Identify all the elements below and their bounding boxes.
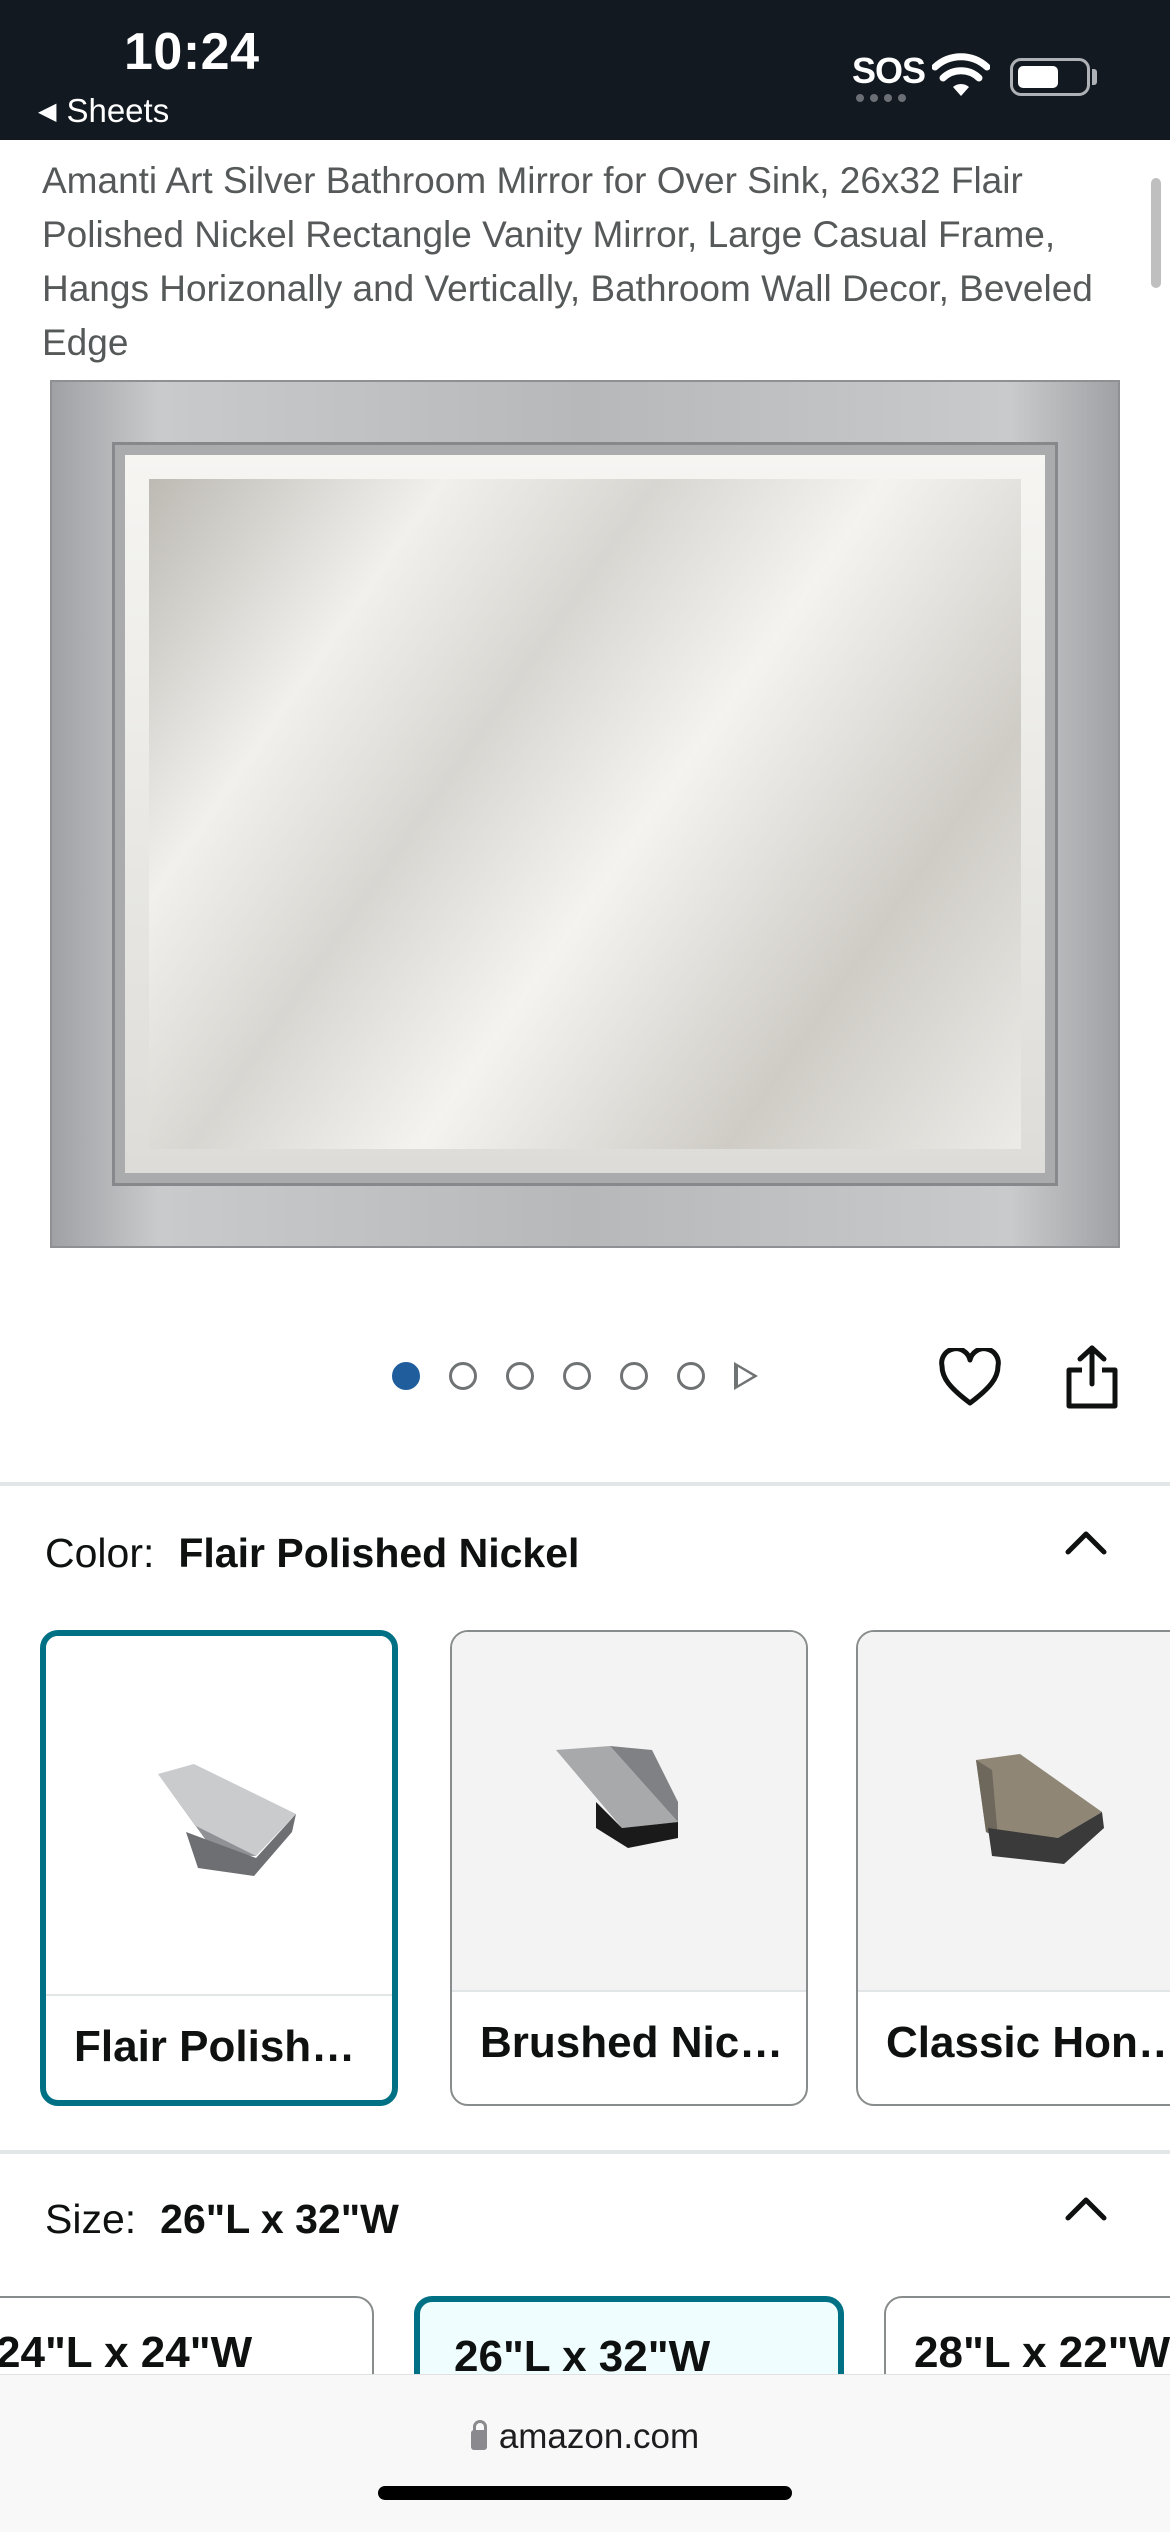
lock-icon — [470, 2420, 487, 2450]
swatch-label: Flair Polish… — [74, 2022, 356, 2071]
frame-sample-image — [976, 1754, 1104, 1864]
color-selected-value: Flair Polished Nickel — [178, 1530, 580, 1576]
back-app-label: Sheets — [66, 92, 170, 129]
heart-icon[interactable] — [938, 1348, 1002, 1408]
wifi-icon — [932, 53, 990, 96]
swatch-image — [858, 1632, 1170, 1992]
carousel-dot-6[interactable] — [677, 1362, 705, 1390]
battery-icon — [1010, 58, 1090, 96]
carousel-dot-2[interactable] — [449, 1362, 477, 1390]
swatch-label: Classic Hon… — [886, 2018, 1170, 2067]
collapse-chevron-icon[interactable] — [1064, 1528, 1108, 1556]
signal-dots-icon — [856, 94, 910, 102]
swatch-image — [46, 1636, 392, 1996]
section-divider — [0, 2150, 1170, 2154]
browser-url-bar[interactable]: amazon.com — [0, 2374, 1170, 2532]
carousel-dot-5[interactable] — [620, 1362, 648, 1390]
status-time: 10:24 — [124, 23, 260, 81]
product-title: Amanti Art Silver Bathroom Mirror for Ov… — [42, 160, 1093, 363]
swatch-label: Brushed Nic… — [480, 2018, 784, 2067]
back-arrow-icon: ◀ — [38, 97, 57, 125]
color-option-classic-honey[interactable]: Classic Hon… — [856, 1630, 1170, 2106]
mirror-frame — [112, 442, 1058, 1186]
frame-sample-image — [158, 1764, 296, 1876]
size-label: Size: 26"L x 32"W — [45, 2196, 399, 2242]
share-icon[interactable] — [1064, 1344, 1120, 1410]
product-image[interactable] — [50, 380, 1120, 1248]
size-option-label: 24"L x 24"W — [0, 2328, 253, 2377]
color-option-brushed-nickel[interactable]: Brushed Nic… — [450, 1630, 808, 2106]
video-play-icon[interactable] — [734, 1362, 758, 1390]
swatch-image — [452, 1632, 806, 1992]
section-divider — [0, 1482, 1170, 1486]
frame-sample-image — [556, 1746, 678, 1848]
mirror-glass — [149, 479, 1021, 1149]
size-selected-value: 26"L x 32"W — [160, 2196, 399, 2242]
color-option-flair-polished-nickel[interactable]: Flair Polish… — [40, 1630, 398, 2106]
home-indicator[interactable] — [378, 2486, 792, 2500]
collapse-chevron-icon[interactable] — [1064, 2194, 1108, 2222]
mirror-bevel — [125, 455, 1045, 1173]
carousel-dot-3[interactable] — [506, 1362, 534, 1390]
image-carousel-dots[interactable] — [392, 1362, 758, 1390]
color-label: Color: Flair Polished Nickel — [45, 1530, 580, 1576]
status-bar: 10:24 ◀ Sheets SOS — [0, 0, 1170, 140]
battery-tip — [1092, 69, 1097, 85]
carousel-dot-1[interactable] — [392, 1362, 420, 1390]
back-to-app-button[interactable]: ◀ Sheets — [38, 92, 169, 130]
url-display[interactable]: amazon.com — [0, 2417, 1170, 2457]
url-text: amazon.com — [498, 2417, 700, 2456]
sos-indicator: SOS — [852, 50, 926, 91]
size-option-label: 28"L x 22"W — [914, 2328, 1170, 2377]
page-scrollbar[interactable] — [1151, 178, 1161, 288]
carousel-dot-4[interactable] — [563, 1362, 591, 1390]
